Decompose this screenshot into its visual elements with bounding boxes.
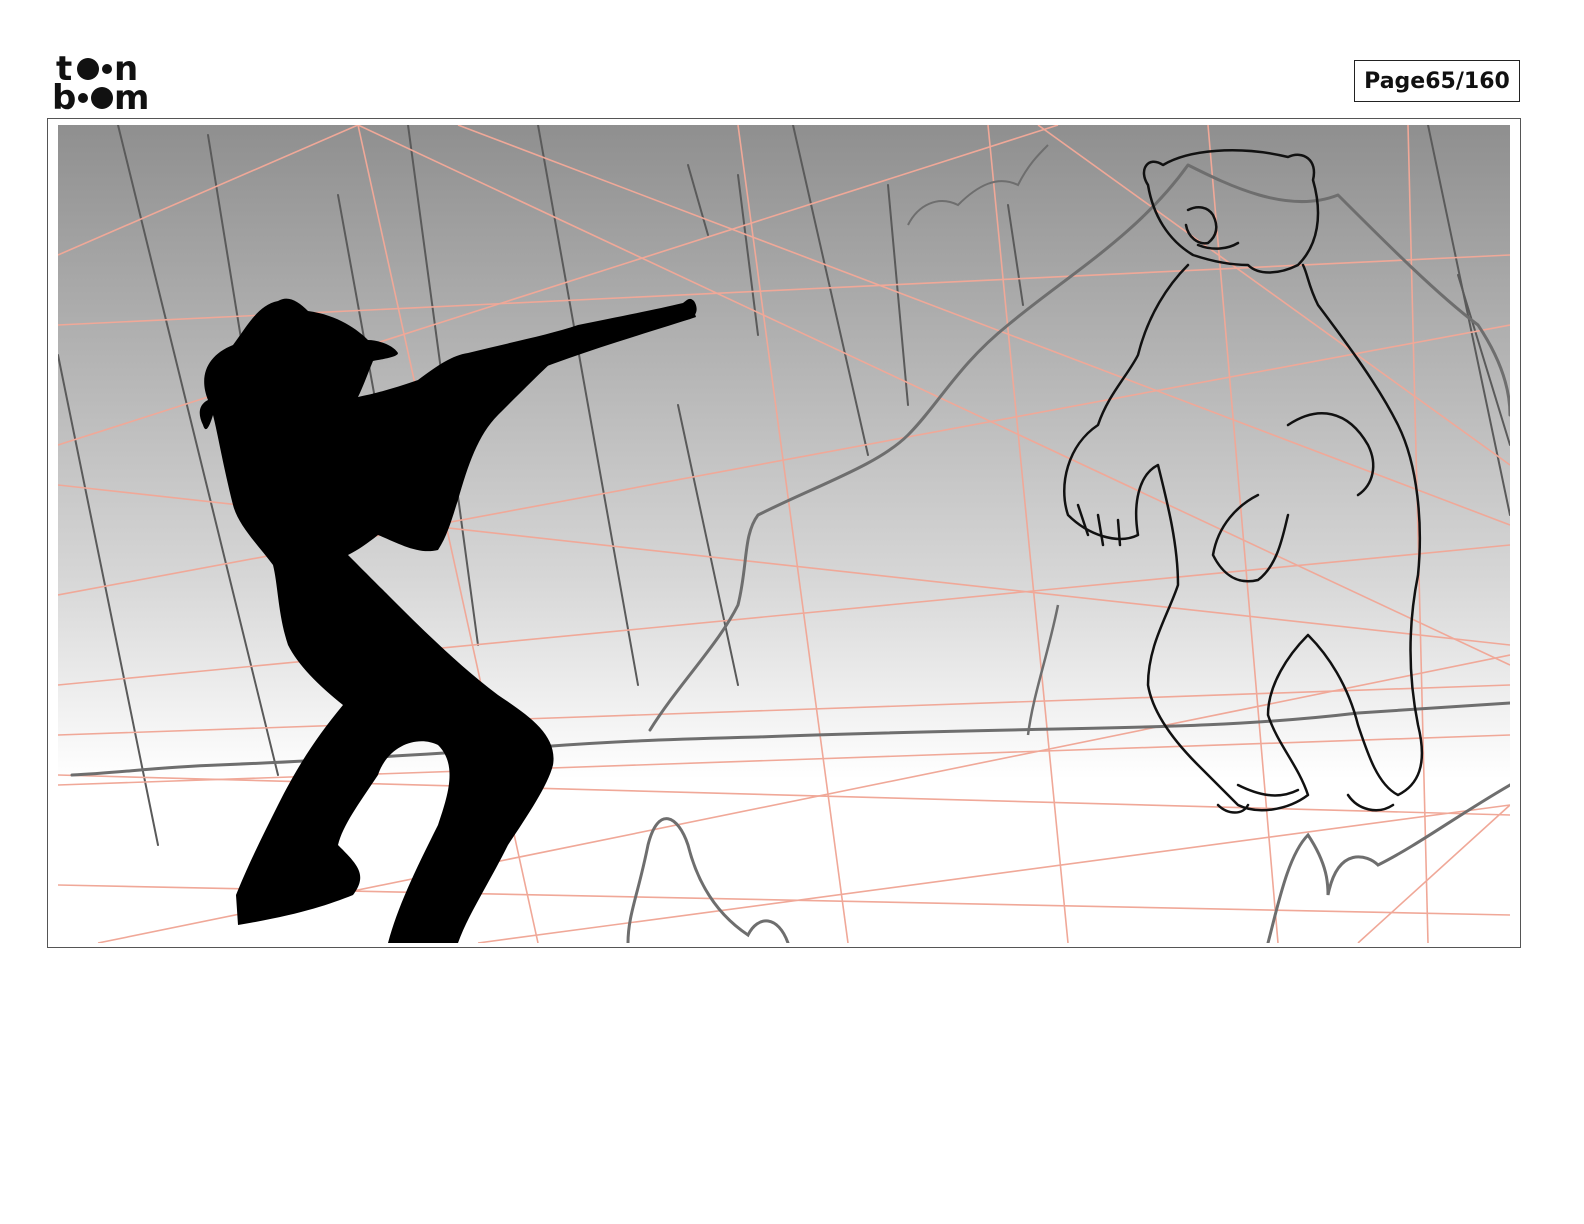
page-current: 65 xyxy=(1425,68,1456,94)
logo-letter-b: b xyxy=(52,78,76,112)
toonboom-logo-icon: t n b m xyxy=(52,49,164,118)
page-label: Page xyxy=(1364,68,1426,94)
panel-artwork xyxy=(58,125,1510,943)
page-counter: Page 65/160 xyxy=(1354,60,1520,102)
page-total: 160 xyxy=(1463,68,1510,94)
storyboard-panel xyxy=(47,118,1521,948)
logo-letter-m: m xyxy=(114,78,149,112)
